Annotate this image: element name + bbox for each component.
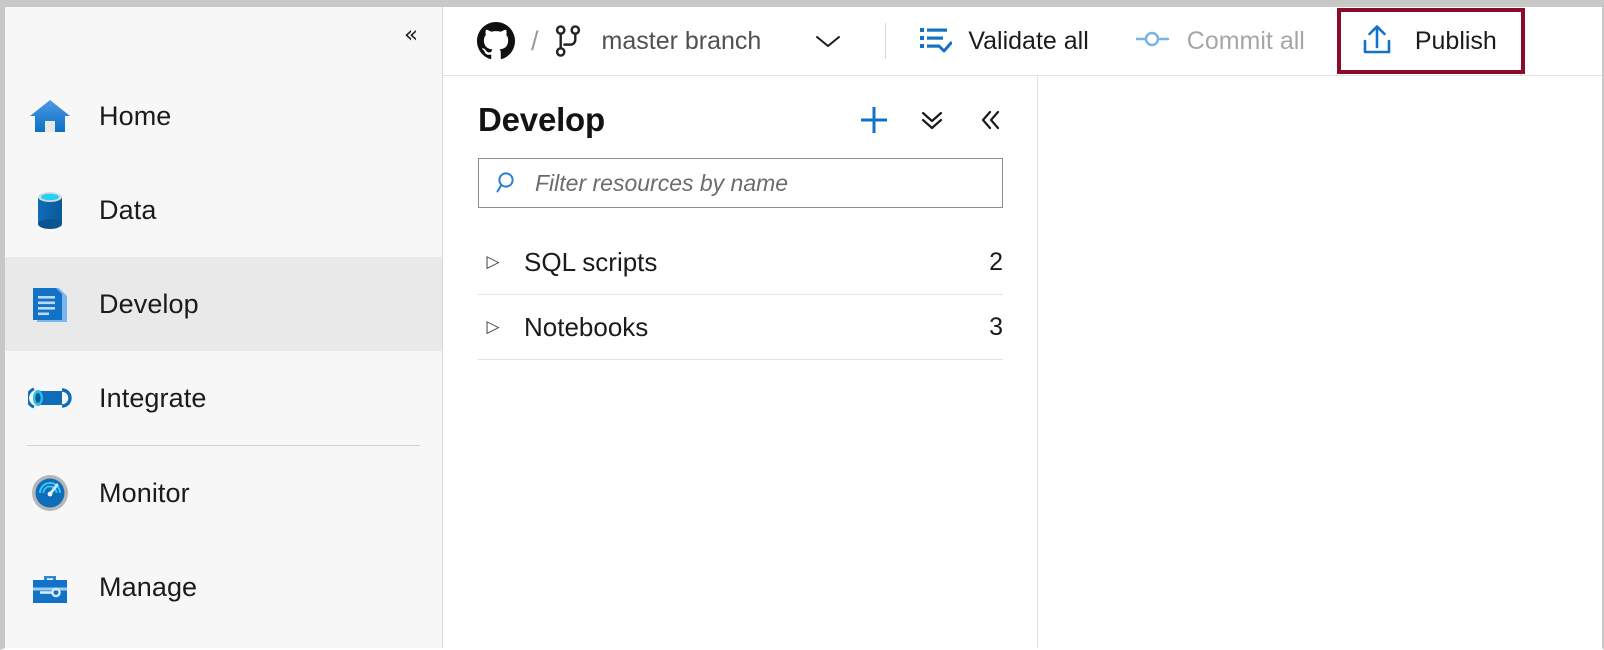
sidebar-item-integrate[interactable]: Integrate — [5, 351, 442, 445]
publish-upload-icon — [1361, 22, 1393, 61]
sidebar-item-label: Manage — [99, 571, 198, 602]
document-icon — [27, 281, 73, 327]
sidebar-item-manage[interactable]: Manage — [5, 540, 442, 634]
breadcrumb-separator: / — [531, 25, 539, 56]
double-chevron-left-icon: « — [403, 21, 419, 48]
collapse-develop-panel-button[interactable] — [973, 103, 1007, 137]
tree-item-count: 2 — [989, 247, 1003, 276]
sidebar-item-label: Data — [99, 194, 157, 225]
develop-panel-actions — [857, 103, 1007, 137]
commit-all-button[interactable]: Commit all — [1125, 18, 1315, 64]
tree-row-notebooks[interactable]: ▷ Notebooks 3 — [478, 295, 1003, 360]
expand-arrow-icon[interactable]: ▷ — [478, 317, 508, 337]
search-icon — [495, 170, 521, 196]
branch-name-label[interactable]: master branch — [602, 13, 762, 69]
collapse-all-button[interactable] — [915, 103, 949, 137]
collapse-sidebar-button[interactable]: « — [394, 19, 428, 51]
database-icon — [27, 187, 73, 233]
gauge-icon — [27, 470, 73, 516]
add-new-resource-button[interactable] — [857, 103, 891, 137]
list-check-icon — [918, 24, 953, 59]
left-navigation-sidebar: « Home Data Develop Integrate Monitor Ma… — [5, 7, 443, 648]
sidebar-item-label: Integrate — [99, 382, 207, 413]
sidebar-item-label: Home — [99, 100, 172, 131]
pipeline-icon — [27, 375, 73, 421]
top-command-bar: / master branch Validate all Commit all … — [443, 7, 1602, 76]
validate-all-label: Validate all — [968, 26, 1089, 55]
sidebar-nav-list: Home Data Develop Integrate Monitor Mana… — [5, 69, 442, 634]
toolbox-icon — [27, 564, 73, 610]
validate-all-button[interactable]: Validate all — [908, 18, 1098, 64]
sidebar-item-develop[interactable]: Develop — [5, 257, 442, 351]
page-title: Develop — [478, 101, 605, 138]
sidebar-item-label: Monitor — [99, 477, 190, 508]
search-input[interactable] — [535, 169, 975, 197]
publish-label: Publish — [1414, 26, 1497, 55]
filter-resources-search-box[interactable] — [478, 158, 1003, 208]
publish-button-highlight: Publish — [1336, 8, 1525, 74]
publish-button[interactable]: Publish — [1351, 18, 1507, 64]
synapse-studio-window: « Home Data Develop Integrate Monitor Ma… — [0, 0, 1604, 650]
main-content-canvas — [1038, 76, 1602, 648]
develop-panel-header: Develop — [444, 76, 1037, 138]
expand-arrow-icon[interactable]: ▷ — [478, 252, 508, 272]
sidebar-item-home[interactable]: Home — [5, 69, 442, 163]
tree-item-label: Notebooks — [524, 311, 649, 342]
toolbar-divider — [885, 23, 887, 59]
sidebar-header: « — [5, 7, 442, 69]
sidebar-item-monitor[interactable]: Monitor — [5, 446, 442, 540]
tree-item-label: SQL scripts — [524, 246, 658, 277]
tree-item-count: 3 — [989, 312, 1003, 341]
sidebar-item-data[interactable]: Data — [5, 163, 442, 257]
git-branch-icon[interactable] — [553, 13, 583, 69]
tree-row-sql-scripts[interactable]: ▷ SQL scripts 2 — [478, 230, 1003, 295]
github-icon[interactable] — [477, 13, 515, 69]
develop-panel: Develop Filter resources by name ▷ SQL s… — [444, 76, 1038, 648]
commit-all-label: Commit all — [1186, 26, 1305, 55]
resource-tree: ▷ SQL scripts 2 ▷ Notebooks 3 — [478, 230, 1003, 360]
sidebar-item-label: Develop — [99, 288, 199, 319]
commit-node-icon — [1135, 28, 1171, 55]
chevron-down-icon[interactable] — [813, 13, 843, 69]
home-icon — [27, 93, 73, 139]
